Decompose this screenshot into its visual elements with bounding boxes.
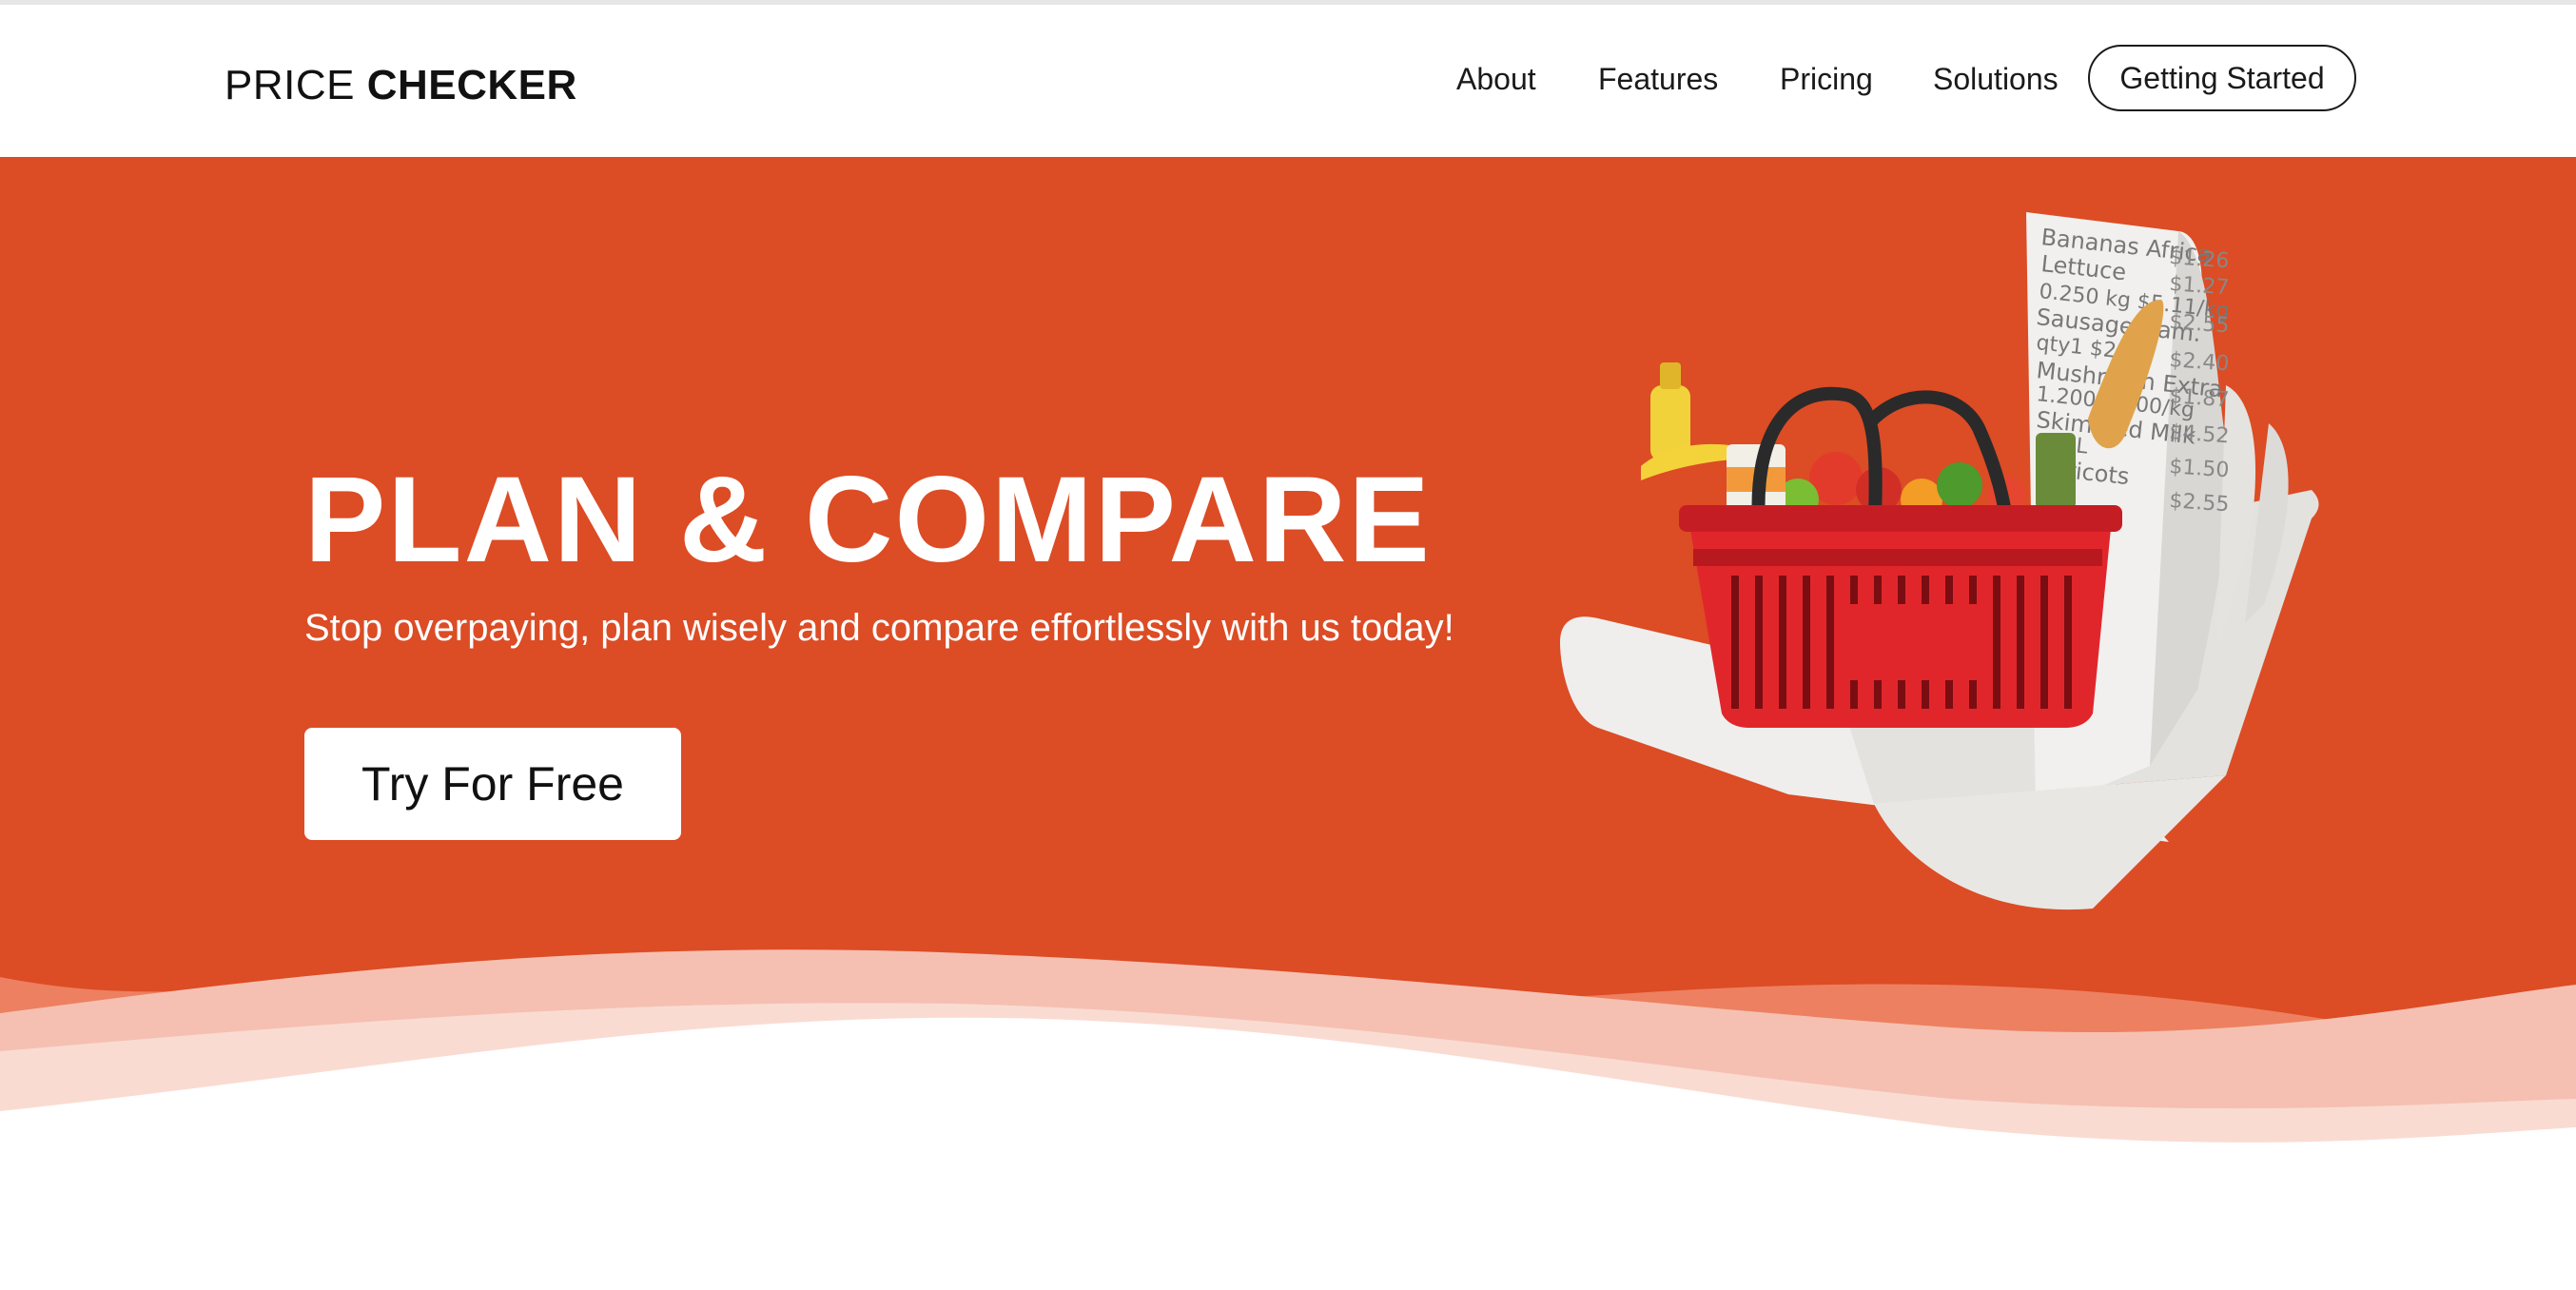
hero-subtitle: Stop overpaying, plan wisely and compare… bbox=[304, 607, 1454, 649]
hero-section: PLAN & COMPARE Stop overpaying, plan wis… bbox=[0, 157, 2576, 1290]
nav-link-features[interactable]: Features bbox=[1598, 62, 1718, 97]
svg-text:$1.50: $1.50 bbox=[2169, 455, 2231, 482]
bottle-icon bbox=[1650, 362, 1690, 461]
logo[interactable]: PRICE CHECKER bbox=[224, 62, 577, 109]
svg-text:$1.26: $1.26 bbox=[2169, 245, 2231, 273]
svg-text:$1.87: $1.87 bbox=[2169, 384, 2231, 412]
navbar: PRICE CHECKER About Features Pricing Sol… bbox=[0, 5, 2576, 157]
try-for-free-button[interactable]: Try For Free bbox=[304, 728, 681, 840]
logo-text-light: PRICE bbox=[224, 62, 355, 108]
nav-link-solutions[interactable]: Solutions bbox=[1933, 62, 2059, 97]
svg-text:$2.55: $2.55 bbox=[2169, 310, 2231, 338]
getting-started-button[interactable]: Getting Started bbox=[2088, 45, 2356, 111]
svg-text:$2.40: $2.40 bbox=[2169, 348, 2231, 376]
svg-text:$2.55: $2.55 bbox=[2169, 489, 2231, 517]
grocery-basket-receipt-icon: Bananas Africa Lettuce 0.250 kg $5.11/kg… bbox=[1560, 212, 2319, 910]
nav-link-pricing[interactable]: Pricing bbox=[1780, 62, 1873, 97]
hero-title: PLAN & COMPARE bbox=[304, 452, 1432, 588]
logo-text-bold: CHECKER bbox=[366, 62, 577, 108]
shopping-basket-icon bbox=[1679, 505, 2122, 728]
svg-text:$4.52: $4.52 bbox=[2169, 420, 2231, 448]
svg-text:$1.27: $1.27 bbox=[2169, 272, 2231, 300]
nav-link-about[interactable]: About bbox=[1456, 62, 1536, 97]
